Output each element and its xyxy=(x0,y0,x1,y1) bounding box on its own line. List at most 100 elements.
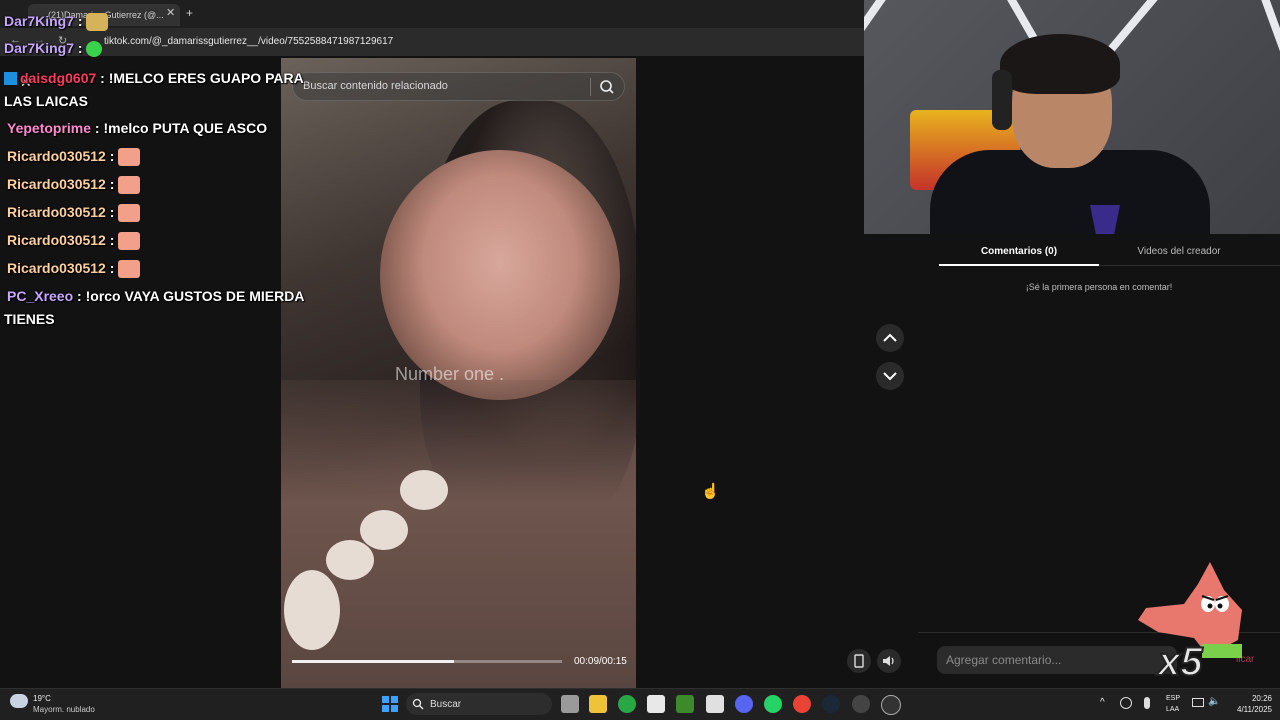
next-video-button[interactable] xyxy=(876,362,904,390)
weather-temp[interactable]: 19°C xyxy=(33,694,51,703)
chat-username: Dar7King7 xyxy=(4,13,75,29)
clock-date[interactable]: 4/11/2025 xyxy=(1228,705,1272,714)
chat-separator: : xyxy=(109,232,115,248)
video-frame-bead xyxy=(360,510,408,550)
chat-username: Ricardo030512 xyxy=(7,176,106,192)
language-top[interactable]: ESP xyxy=(1166,695,1180,702)
weather-icon[interactable] xyxy=(10,694,28,708)
chat-line-cont: TIENES xyxy=(4,311,55,327)
tab-creator-videos[interactable]: Videos del creador xyxy=(1099,246,1259,257)
chat-separator: : xyxy=(100,70,105,86)
steam-icon[interactable] xyxy=(822,695,840,713)
whatsapp-icon[interactable] xyxy=(764,695,782,713)
headset xyxy=(992,70,1012,130)
chat-username: Ricardo030512 xyxy=(7,232,106,248)
app-icon[interactable] xyxy=(881,695,901,715)
emote-icon xyxy=(118,204,141,223)
wall-stripe xyxy=(1254,0,1280,234)
chat-username: Yepetoprime xyxy=(7,120,92,136)
chat-message: !melco PUTA QUE ASCO xyxy=(103,120,268,136)
device-button[interactable] xyxy=(847,649,871,673)
video-frame-bead xyxy=(400,470,448,510)
emote-icon xyxy=(118,148,141,167)
chat-line: Dar7King7 : xyxy=(4,13,109,32)
chevron-down-icon xyxy=(883,372,897,381)
url-text[interactable]: tiktok.com/@_damarissgutierrez__/video/7… xyxy=(104,36,393,47)
file-explorer-icon[interactable] xyxy=(589,695,607,713)
video-frame-face xyxy=(380,150,620,400)
volume-button[interactable] xyxy=(877,649,901,673)
taskbar-search[interactable] xyxy=(406,693,552,715)
obs-icon[interactable] xyxy=(852,695,870,713)
discord-icon[interactable] xyxy=(735,695,753,713)
chat-message: !MELCO ERES GUAPO PARA xyxy=(108,70,304,86)
notes-icon[interactable] xyxy=(706,695,724,713)
xbox-icon[interactable] xyxy=(618,695,636,713)
windows-start-icon[interactable] xyxy=(381,695,399,713)
chat-line: daisdg0607 : !MELCO ERES GUAPO PARA xyxy=(20,70,304,86)
chat-line: Ricardo030512 : xyxy=(7,176,141,195)
microphone-icon[interactable] xyxy=(1144,697,1150,709)
language-bottom[interactable]: LAA xyxy=(1166,706,1179,713)
device-icon xyxy=(854,654,864,668)
chat-separator: : xyxy=(77,13,83,29)
clock-time[interactable]: 20:26 xyxy=(1240,694,1272,703)
chat-separator: : xyxy=(109,148,115,164)
chat-line: Ricardo030512 : xyxy=(7,260,141,279)
minecraft-icon[interactable] xyxy=(676,695,694,713)
chat-line: Yepetoprime : !melco PUTA QUE ASCO xyxy=(7,120,267,136)
wall-stripe xyxy=(864,0,911,234)
chat-separator: : xyxy=(77,40,83,56)
chat-line: Ricardo030512 : xyxy=(7,148,141,167)
chat-username: PC_Xreeo xyxy=(7,288,74,304)
chat-separator: : xyxy=(109,176,115,192)
video-frame-dress xyxy=(281,380,636,688)
chat-line: Ricardo030512 : xyxy=(7,232,141,251)
chat-line: PC_Xreeo : !orco VAYA GUSTOS DE MIERDA xyxy=(7,288,304,304)
store-icon[interactable] xyxy=(647,695,665,713)
video-time: 00:09/00:15 xyxy=(574,656,627,667)
tray-sync-icon[interactable] xyxy=(1120,697,1132,709)
volume-icon xyxy=(883,656,894,666)
chat-message: !orco VAYA GUSTOS DE MIERDA xyxy=(85,288,305,304)
taskbar-search-label: Buscar xyxy=(430,699,462,710)
weather-description[interactable]: Mayorm. nublado xyxy=(33,705,95,714)
chevron-up-icon xyxy=(883,333,897,342)
chat-username: Ricardo030512 xyxy=(7,260,106,276)
emote-icon xyxy=(118,232,141,251)
chat-line: Dar7King7 : xyxy=(4,40,103,58)
empty-comments-message: ¡Sé la primera persona en comentar! xyxy=(1025,282,1173,292)
search-icon[interactable] xyxy=(598,78,616,96)
emote-icon xyxy=(118,176,141,195)
previous-video-button[interactable] xyxy=(876,324,904,352)
chat-line: Ricardo030512 : xyxy=(7,204,141,223)
sticker-multiplier: x5 xyxy=(1157,639,1203,685)
emote-icon xyxy=(86,41,103,58)
taskbar xyxy=(0,688,1280,720)
task-view-icon[interactable] xyxy=(561,695,579,713)
webcam-person-hair xyxy=(1000,34,1120,94)
chat-separator: : xyxy=(94,120,100,136)
chat-separator: : xyxy=(109,204,115,220)
chat-message: LAS LAICAS xyxy=(4,93,88,109)
tab-comments[interactable]: Comentarios (0) xyxy=(939,246,1099,257)
network-icon[interactable] xyxy=(1192,698,1204,707)
progress-fill xyxy=(292,660,454,663)
chat-username: Dar7King7 xyxy=(4,40,75,56)
tray-chevron-icon[interactable]: ^ xyxy=(1100,697,1105,708)
search-divider xyxy=(590,78,591,96)
close-tab-icon[interactable]: ✕ xyxy=(166,6,175,19)
emote-icon xyxy=(118,260,141,279)
new-tab-button[interactable]: + xyxy=(186,6,193,20)
video-frame-bead xyxy=(284,570,340,650)
video-caption: Number one . xyxy=(395,364,505,384)
video-frame-bead xyxy=(326,540,374,580)
chat-message: TIENES xyxy=(4,311,55,327)
related-search-placeholder: Buscar contenido relacionado xyxy=(303,80,448,92)
chat-separator: : xyxy=(77,288,82,304)
chrome-icon[interactable] xyxy=(793,695,811,713)
tab-active-indicator xyxy=(939,264,1099,266)
chat-username: Ricardo030512 xyxy=(7,148,106,164)
chat-username: Ricardo030512 xyxy=(7,204,106,220)
speaker-icon[interactable]: 🔈 xyxy=(1208,696,1220,707)
